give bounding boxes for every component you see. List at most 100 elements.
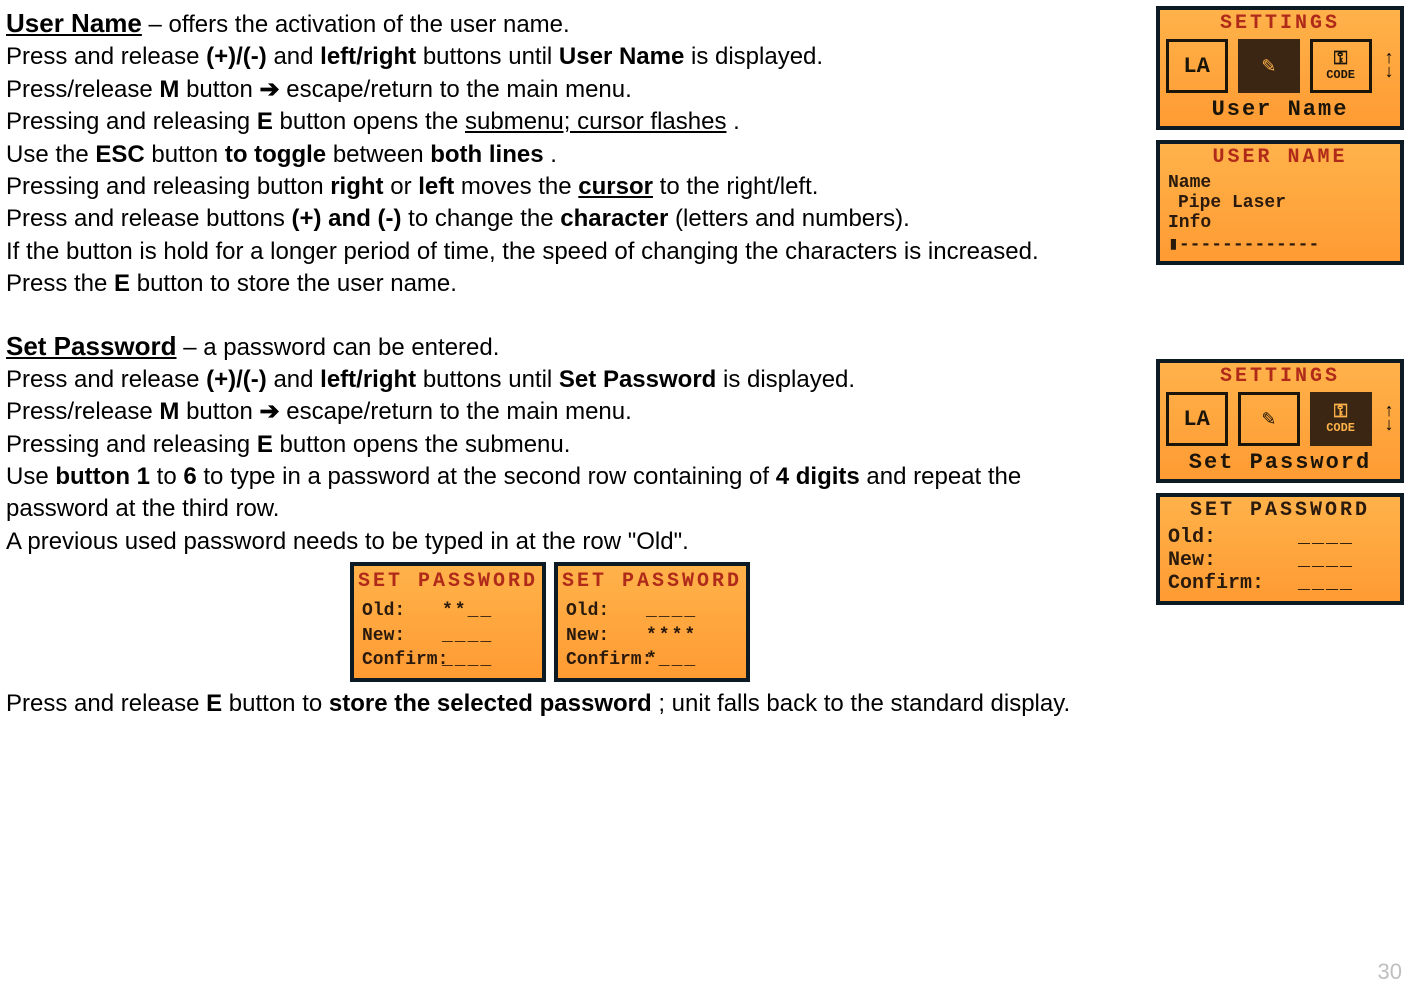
- lcd-value: *___: [646, 648, 697, 672]
- text: and: [273, 43, 320, 70]
- lcd-footer: Set Password: [1160, 450, 1400, 479]
- page-number: 30: [1378, 959, 1402, 985]
- text: button opens the: [280, 108, 465, 135]
- lcd-value: ____: [1298, 526, 1354, 549]
- text: left/right: [320, 366, 416, 393]
- text: Pressing and releasing: [6, 108, 257, 135]
- lcd-label: New:: [566, 624, 646, 648]
- text: escape/return to the main menu.: [286, 76, 632, 103]
- text: to: [157, 463, 184, 490]
- text: Press/release: [6, 76, 159, 103]
- lcd-label: Info: [1168, 213, 1392, 233]
- key-icon: ⚿: [1334, 404, 1348, 422]
- lcd-value: ____: [1298, 572, 1354, 595]
- text: User Name: [559, 43, 684, 70]
- text: Press and release: [6, 690, 206, 717]
- arrow-right-icon: ➔: [259, 398, 279, 425]
- text: store the selected password: [329, 690, 652, 717]
- heading-set-password-subtitle: – a password can be entered.: [183, 334, 499, 361]
- lcd-value: ____: [442, 648, 493, 672]
- code-label: CODE: [1326, 422, 1355, 434]
- updown-icon: ↑ ↓: [1384, 392, 1395, 446]
- la-icon: LA: [1166, 39, 1228, 93]
- lcd-value: ****: [646, 624, 697, 648]
- body-text: User Name – offers the activation of the…: [6, 6, 1094, 721]
- lcd-value: ____: [442, 624, 493, 648]
- text: Pressing and releasing: [6, 431, 257, 458]
- text: left: [418, 173, 454, 200]
- lcd-user-name-detail: USER NAME Name Pipe Laser Info ▮--------…: [1156, 140, 1404, 265]
- text: escape/return to the main menu.: [286, 398, 632, 425]
- text: M: [159, 76, 179, 103]
- lcd-title: SET PASSWORD: [354, 566, 542, 595]
- code-icon: ⚿ CODE: [1310, 392, 1372, 446]
- code-icon: ⚿ CODE: [1310, 39, 1372, 93]
- heading-user-name: User Name: [6, 8, 142, 38]
- text: .: [733, 108, 740, 135]
- lcd-value: ____: [1298, 549, 1354, 572]
- text: If the button is hold for a longer perio…: [6, 236, 1094, 268]
- text: M: [159, 398, 179, 425]
- lcd-label: Confirm:: [1168, 572, 1298, 595]
- note-icon: ✎: [1238, 39, 1300, 93]
- updown-icon: ↑ ↓: [1384, 39, 1395, 93]
- down-arrow-icon: ↓: [1384, 66, 1395, 80]
- text: and: [273, 366, 320, 393]
- text: A previous used password needs to be typ…: [6, 526, 1094, 558]
- text: ESC: [95, 141, 144, 168]
- text: 4 digits: [776, 463, 860, 490]
- text: button 1: [55, 463, 150, 490]
- text: E: [114, 270, 130, 297]
- text: submenu; cursor flashes: [465, 108, 726, 135]
- lcd-set-password-detail: SET PASSWORD Old:____ New:____ Confirm:_…: [1156, 493, 1404, 605]
- lcd-set-password-a: SET PASSWORD Old:**__ New:____ Confirm:_…: [350, 562, 546, 682]
- lcd-label: Confirm:: [362, 648, 442, 672]
- text: character: [560, 205, 668, 232]
- text: Press and release buttons: [6, 205, 292, 232]
- down-arrow-icon: ↓: [1384, 419, 1395, 433]
- text: .: [550, 141, 557, 168]
- lcd-title: USER NAME: [1160, 144, 1400, 169]
- text: button opens the submenu.: [280, 431, 571, 458]
- text: ; unit falls back to the standard displa…: [658, 690, 1070, 717]
- text: Use: [6, 463, 55, 490]
- lcd-title: SETTINGS: [1160, 10, 1400, 35]
- lcd-label: Old:: [566, 599, 646, 623]
- text: E: [257, 431, 273, 458]
- lcd-label: Old:: [1168, 526, 1298, 549]
- code-label: CODE: [1326, 69, 1355, 81]
- text: button: [151, 141, 224, 168]
- lcd-value: ▮-------------: [1168, 233, 1392, 255]
- lcd-label: Old:: [362, 599, 442, 623]
- text: E: [206, 690, 222, 717]
- text: (+)/(-): [206, 366, 267, 393]
- text: to the right/left.: [660, 173, 819, 200]
- text: to change the: [408, 205, 560, 232]
- text: or: [390, 173, 418, 200]
- lcd-label: Confirm:: [566, 648, 646, 672]
- lcd-settings-user-name: SETTINGS LA ✎ ⚿ CODE ↑ ↓ User Name: [1156, 6, 1404, 130]
- side-images: SETTINGS LA ✎ ⚿ CODE ↑ ↓ User Name: [1134, 6, 1404, 721]
- text: (letters and numbers).: [675, 205, 910, 232]
- arrow-right-icon: ➔: [259, 76, 279, 103]
- text: 6: [183, 463, 196, 490]
- text: Pressing and releasing button: [6, 173, 330, 200]
- text: is displayed.: [723, 366, 855, 393]
- lcd-label: New:: [362, 624, 442, 648]
- key-icon: ⚿: [1334, 51, 1348, 69]
- text: Set Password: [559, 366, 716, 393]
- text: to type in a password at the second row …: [203, 463, 775, 490]
- text: Use the: [6, 141, 95, 168]
- lcd-value: Pipe Laser: [1168, 193, 1392, 213]
- text: to toggle: [225, 141, 326, 168]
- text: buttons until: [423, 366, 559, 393]
- heading-user-name-subtitle: – offers the activation of the user name…: [149, 11, 570, 38]
- text: buttons until: [423, 43, 559, 70]
- lcd-settings-set-password: SETTINGS LA ✎ ⚿ CODE ↑ ↓ Set Passwor: [1156, 359, 1404, 483]
- text: left/right: [320, 43, 416, 70]
- lcd-title: SET PASSWORD: [558, 566, 746, 595]
- text: E: [257, 108, 273, 135]
- text: Press the: [6, 270, 114, 297]
- text: moves the: [461, 173, 578, 200]
- la-icon: LA: [1166, 392, 1228, 446]
